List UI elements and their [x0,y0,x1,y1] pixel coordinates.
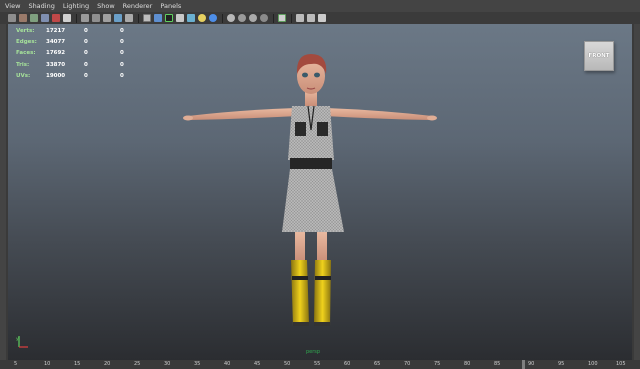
timeline-tick-label: 65 [374,361,381,367]
timeline-tick-label: 105 [616,361,626,367]
svg-text:y: y [16,337,19,342]
menu-panels[interactable]: Panels [160,0,181,12]
timeline-tick-label: 20 [104,361,111,367]
hud-icon[interactable] [260,14,268,22]
smooth-shade-icon[interactable] [154,14,162,22]
right-boot [314,260,331,326]
high-quality-icon[interactable] [209,14,217,22]
resolution-icon[interactable] [278,14,286,22]
timeline-tick-label: 40 [224,361,231,367]
toolbar-separator [273,13,274,23]
camera-attribute-icon[interactable] [19,14,27,22]
right-leg [317,232,327,262]
timeline-tick-label: 75 [434,361,441,367]
timeline-tick-label: 10 [44,361,51,367]
image-plane-icon[interactable] [41,14,49,22]
timeline-tick-label: 45 [254,361,261,367]
timeline-tick-label: 100 [588,361,598,367]
toolbar-separator [222,13,223,23]
timeline-tick-label: 30 [164,361,171,367]
field-chart-icon[interactable] [103,14,111,22]
menu-view[interactable]: View [5,0,20,12]
xray-joints-icon[interactable] [238,14,246,22]
timeline-ruler[interactable]: 5 10 15 20 25 30 35 40 45 50 55 60 65 70… [0,360,640,369]
timeline-tick-label: 85 [494,361,501,367]
timeline-tick-label: 5 [14,361,18,367]
axis-gizmo-icon: y [16,336,28,348]
safe-action-icon[interactable] [114,14,122,22]
gate-mask-icon[interactable] [92,14,100,22]
use-all-lights-icon[interactable] [187,14,195,22]
left-arm [188,108,298,120]
skirt [282,169,344,232]
belt [290,158,332,169]
timeline-playhead[interactable] [522,360,525,369]
camera-frame-icon[interactable] [296,14,304,22]
left-leg [295,232,305,262]
resolution-gate-icon[interactable] [81,14,89,22]
panel-layout-icon[interactable] [307,14,315,22]
isolate-select-icon[interactable] [249,14,257,22]
toolbar-separator [138,13,139,23]
left-boot [291,260,309,326]
shadows-icon[interactable] [198,14,206,22]
share-icon[interactable] [318,14,326,22]
menu-renderer[interactable]: Renderer [123,0,153,12]
menu-lighting[interactable]: Lighting [63,0,89,12]
camera-name-label: persp [306,349,321,355]
3d-viewport[interactable]: Verts: 17217 0 0 Edges: 34077 0 0 Faces:… [6,24,634,360]
wireframe-on-shaded-icon[interactable] [165,14,173,22]
toolbar-separator [76,13,77,23]
timeline-tick-label: 50 [284,361,291,367]
bookmark-icon[interactable] [30,14,38,22]
panel-menubar: View Shading Lighting Show Renderer Pane… [0,0,640,12]
menu-shading[interactable]: Shading [28,0,54,12]
film-gate-icon[interactable] [63,14,71,22]
timeline-tick-label: 90 [528,361,535,367]
timeline-tick-label: 95 [558,361,565,367]
wireframe-icon[interactable] [143,14,151,22]
xray-icon[interactable] [227,14,235,22]
right-arm [324,108,432,120]
timeline-tick-label: 70 [404,361,411,367]
textured-icon[interactable] [176,14,184,22]
timeline-tick-label: 25 [134,361,141,367]
maya-viewport-window: View Shading Lighting Show Renderer Pane… [0,0,640,369]
grid-icon[interactable] [52,14,60,22]
timeline-tick-label: 35 [194,361,201,367]
timeline-tick-label: 80 [464,361,471,367]
timeline-tick-label: 60 [344,361,351,367]
character-model[interactable] [8,24,634,360]
panel-toolbar [0,12,640,24]
safe-title-icon[interactable] [125,14,133,22]
camera-select-icon[interactable] [8,14,16,22]
timeline-tick-label: 55 [314,361,321,367]
toolbar-separator [291,13,292,23]
timeline-tick-label: 15 [74,361,81,367]
menu-show[interactable]: Show [97,0,115,12]
